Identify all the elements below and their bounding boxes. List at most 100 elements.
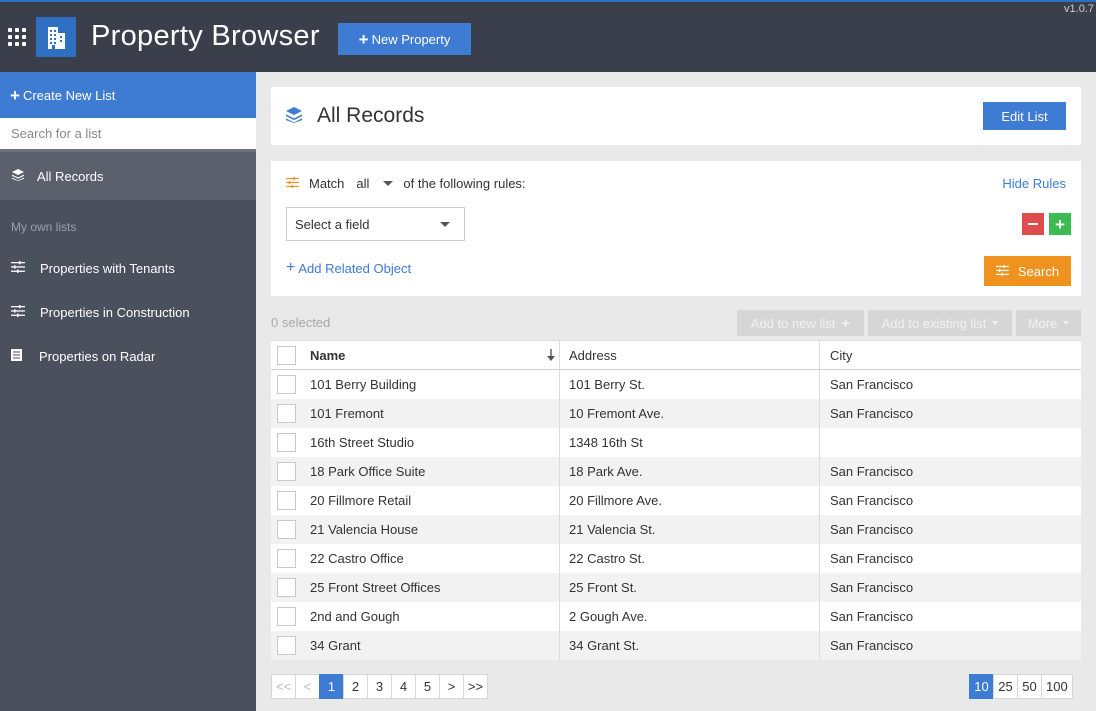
app-grid-icon[interactable]: [8, 28, 26, 46]
add-rule-button[interactable]: +: [1049, 213, 1071, 235]
row-checkbox[interactable]: [276, 549, 296, 568]
page-size-100[interactable]: 100: [1041, 674, 1073, 699]
cell-name: 20 Fillmore Retail: [301, 486, 560, 515]
prev-page-button[interactable]: <: [295, 674, 320, 699]
next-page-button[interactable]: >: [439, 674, 464, 699]
cell-name: 16th Street Studio: [301, 428, 560, 457]
table-row[interactable]: 18 Park Office Suite 18 Park Ave. San Fr…: [271, 457, 1081, 486]
page-button-1[interactable]: 1: [319, 674, 344, 699]
row-checkbox[interactable]: [276, 433, 296, 452]
more-button[interactable]: More: [1016, 310, 1081, 336]
column-header-city[interactable]: City: [820, 341, 1081, 369]
row-checkbox[interactable]: [276, 491, 296, 510]
row-checkbox[interactable]: [276, 375, 296, 394]
table-row[interactable]: 16th Street Studio 1348 16th St: [271, 428, 1081, 457]
cell-city: San Francisco: [830, 609, 914, 624]
row-checkbox-cell: [271, 631, 301, 660]
hide-rules-link[interactable]: Hide Rules: [1002, 176, 1066, 191]
first-page-button[interactable]: <<: [271, 674, 296, 699]
new-property-button[interactable]: + New Property: [338, 23, 471, 55]
create-new-list-button[interactable]: + Create New List: [0, 72, 256, 118]
rules-panel: Match all of the following rules: Hide R…: [271, 161, 1081, 296]
chevron-down-icon: [383, 181, 394, 186]
list-search-input[interactable]: [0, 118, 256, 149]
edit-list-button[interactable]: Edit List: [983, 102, 1066, 130]
layers-icon: [286, 107, 302, 126]
table-row[interactable]: 101 Berry Building 101 Berry St. San Fra…: [271, 370, 1081, 399]
select-all-checkbox[interactable]: [276, 345, 296, 365]
row-checkbox-cell: [271, 457, 301, 486]
sidebar: + Create New List All Records My own lis…: [0, 72, 256, 711]
table-row[interactable]: 25 Front Street Offices 25 Front St. San…: [271, 573, 1081, 602]
cell-name: 21 Valencia House: [301, 515, 560, 544]
cell-name: 2nd and Gough: [301, 602, 560, 631]
page-size-50[interactable]: 50: [1017, 674, 1042, 699]
new-property-label: New Property: [371, 31, 451, 47]
page-size-10[interactable]: 10: [969, 674, 994, 699]
row-checkbox[interactable]: [276, 462, 296, 481]
page-button-5[interactable]: 5: [415, 674, 440, 699]
field-select-value: Select a field: [295, 216, 370, 232]
table-row[interactable]: 34 Grant 34 Grant St. San Francisco: [271, 631, 1081, 660]
row-checkbox-cell: [271, 515, 301, 544]
add-related-object-link[interactable]: + Add Related Object: [286, 260, 411, 276]
field-select[interactable]: Select a field: [286, 207, 465, 241]
plus-icon: +: [358, 29, 369, 49]
cell-address: 2 Gough Ave.: [560, 602, 820, 631]
cell-city: San Francisco: [830, 377, 914, 392]
table-row[interactable]: 22 Castro Office 22 Castro St. San Franc…: [271, 544, 1081, 573]
cell-address: 34 Grant St.: [560, 631, 820, 660]
column-header-label: Address: [569, 347, 617, 363]
add-related-object-label: Add Related Object: [298, 260, 412, 276]
cell-city: San Francisco: [830, 638, 914, 653]
page-title: All Records: [317, 104, 425, 127]
sidebar-item-properties-on-radar[interactable]: Properties on Radar: [0, 334, 256, 378]
sort-down-arrow-icon[interactable]: [547, 349, 555, 364]
filter-lines-icon: [995, 264, 1009, 279]
cell-address: 101 Berry St.: [560, 370, 820, 399]
last-page-button[interactable]: >>: [463, 674, 488, 699]
cell-name: 18 Park Office Suite: [301, 457, 560, 486]
list-search-container: [0, 118, 256, 152]
match-mode-dropdown[interactable]: all: [356, 176, 394, 191]
cell-city: [820, 428, 1081, 457]
sidebar-item-label: Properties with Tenants: [40, 260, 175, 276]
filter-lines-icon: [11, 260, 25, 276]
rules-suffix: of the following rules:: [403, 176, 526, 191]
row-checkbox[interactable]: [276, 578, 296, 597]
column-header-name[interactable]: Name: [301, 341, 560, 369]
list-doc-icon: [11, 348, 22, 364]
chevron-down-icon: [1063, 321, 1070, 325]
building-logo-icon: [36, 17, 76, 57]
page-button-2[interactable]: 2: [343, 674, 368, 699]
sidebar-item-properties-with-tenants[interactable]: Properties with Tenants: [0, 246, 256, 290]
pagination: << < 1 2 3 4 5 > >>: [271, 674, 488, 699]
row-checkbox[interactable]: [276, 607, 296, 626]
sidebar-item-all-records[interactable]: All Records: [0, 152, 256, 200]
table-row[interactable]: 101 Fremont 10 Fremont Ave. San Francisc…: [271, 399, 1081, 428]
table-row[interactable]: 2nd and Gough 2 Gough Ave. San Francisco: [271, 602, 1081, 631]
row-checkbox-cell: [271, 486, 301, 515]
plus-icon: +: [841, 314, 851, 332]
page-button-3[interactable]: 3: [367, 674, 392, 699]
column-header-address[interactable]: Address: [560, 341, 820, 369]
cell-address: 10 Fremont Ave.: [560, 399, 820, 428]
table-row[interactable]: 20 Fillmore Retail 20 Fillmore Ave. San …: [271, 486, 1081, 515]
row-checkbox[interactable]: [276, 520, 296, 539]
row-checkbox[interactable]: [276, 404, 296, 423]
add-to-new-list-button[interactable]: Add to new list +: [737, 310, 864, 336]
sidebar-item-label: Properties in Construction: [40, 304, 190, 320]
page-button-4[interactable]: 4: [391, 674, 416, 699]
cell-city: San Francisco: [830, 522, 914, 537]
page-size-25[interactable]: 25: [993, 674, 1018, 699]
remove-rule-button[interactable]: [1022, 213, 1044, 235]
table-row[interactable]: 21 Valencia House 21 Valencia St. San Fr…: [271, 515, 1081, 544]
version-label: v1.0.7: [1064, 3, 1094, 15]
match-row: Match all of the following rules:: [286, 176, 526, 191]
row-checkbox[interactable]: [276, 636, 296, 655]
sidebar-item-properties-in-construction[interactable]: Properties in Construction: [0, 290, 256, 334]
cell-name: 101 Fremont: [301, 399, 560, 428]
search-button[interactable]: Search: [984, 256, 1071, 286]
add-to-existing-list-button[interactable]: Add to existing list: [868, 310, 1012, 336]
cell-address: 18 Park Ave.: [560, 457, 820, 486]
